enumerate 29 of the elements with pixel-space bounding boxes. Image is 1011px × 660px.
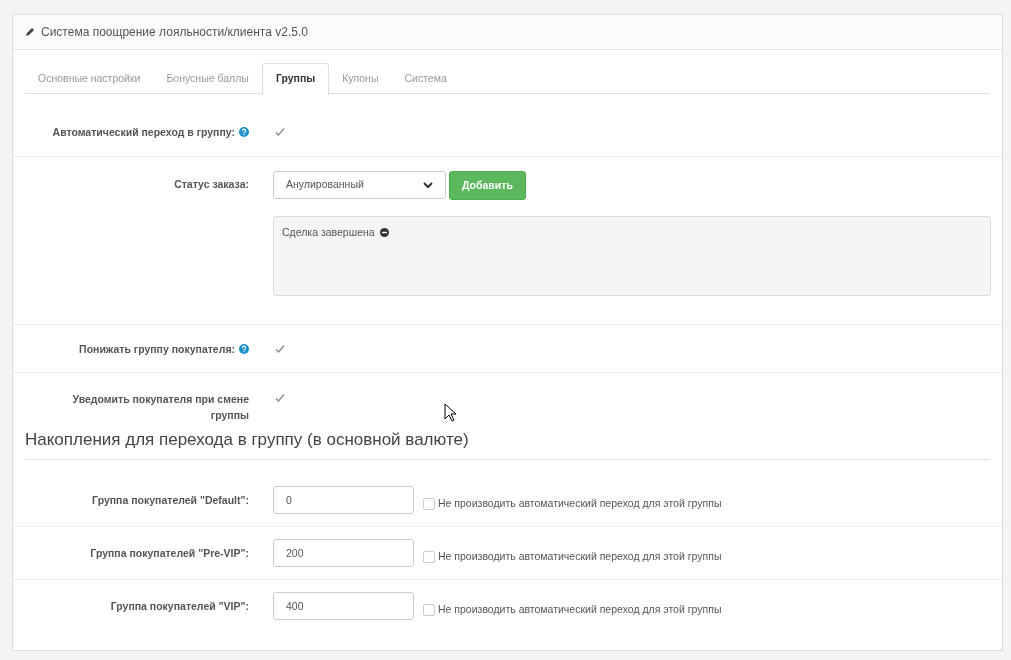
field-label: Группа покупателей "Default": bbox=[91, 492, 249, 508]
field-label: Автоматический переход в группу: bbox=[51, 125, 235, 140]
checkbox[interactable] bbox=[422, 496, 436, 511]
checkbox[interactable] bbox=[273, 125, 287, 139]
checkbox[interactable] bbox=[273, 391, 287, 405]
field-label: Группа покупателей "Pre-VIP": bbox=[89, 545, 249, 561]
amount-input[interactable]: 400 bbox=[273, 592, 414, 620]
help-icon[interactable] bbox=[239, 343, 249, 354]
remove-icon[interactable] bbox=[379, 228, 389, 238]
panel-title: Система поощрение лояльности/клиента v2.5.0 bbox=[41, 24, 308, 41]
checkbox-label: Не производить автоматический переход для этой группы bbox=[438, 602, 722, 618]
amount-input[interactable]: 0 bbox=[273, 485, 414, 514]
tab[interactable]: Группы bbox=[261, 63, 330, 95]
amount-input[interactable]: 200 bbox=[273, 538, 414, 567]
checkbox[interactable] bbox=[422, 549, 436, 564]
pencil-icon bbox=[25, 27, 35, 37]
help-icon[interactable] bbox=[239, 127, 249, 137]
field-label: Уведомить покупателя при смене группы bbox=[71, 392, 249, 423]
checkbox[interactable] bbox=[422, 603, 436, 617]
checkbox-label: Не производить автоматический переход для этой группы bbox=[438, 548, 722, 564]
section-heading: Накопления для перехода в группу (в основной валюте) bbox=[25, 427, 990, 460]
mouse-cursor-icon bbox=[444, 403, 457, 422]
field-label: Понижать группу покупателя: bbox=[78, 341, 235, 357]
status-item: Сделка завершена bbox=[282, 225, 375, 240]
field-label: Группа покупателей "VIP": bbox=[109, 599, 249, 614]
field-label: Статус заказа: bbox=[174, 177, 249, 192]
status-select[interactable]: Анулированный bbox=[273, 171, 446, 199]
chevron-down-icon bbox=[423, 181, 433, 189]
checkbox-label: Не производить автоматический переход для этой группы bbox=[438, 495, 722, 511]
